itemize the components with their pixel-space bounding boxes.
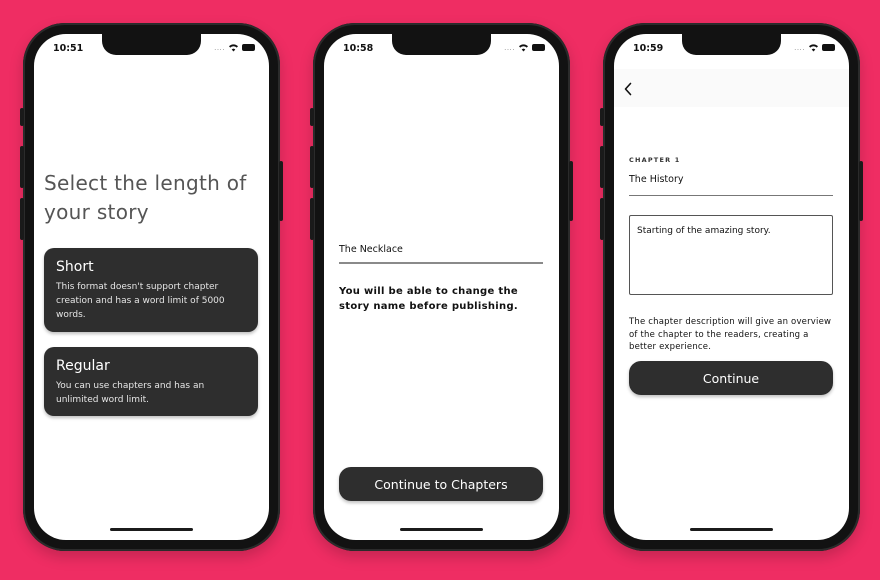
helper-note: The chapter description will give an ove… xyxy=(629,317,832,352)
battery-icon xyxy=(532,44,545,51)
side-button xyxy=(569,161,573,221)
side-button xyxy=(600,108,604,126)
chapter-label: CHAPTER 1 xyxy=(629,156,681,164)
continue-to-chapters-button[interactable]: Continue to Chapters xyxy=(339,467,543,501)
side-button xyxy=(600,146,604,188)
wifi-icon xyxy=(809,44,818,52)
side-button xyxy=(310,146,314,188)
screen-chapter: 10:59 .... CHAPTER 1 The History Startin… xyxy=(614,34,849,540)
status-icons: .... xyxy=(214,43,255,52)
battery-icon xyxy=(242,44,255,51)
story-name-input[interactable]: The Necklace xyxy=(339,244,543,264)
status-icons: .... xyxy=(504,43,545,52)
home-indicator[interactable] xyxy=(110,528,193,531)
notch xyxy=(102,34,201,55)
home-indicator[interactable] xyxy=(690,528,773,531)
status-icons: .... xyxy=(794,43,835,52)
option-title: Regular xyxy=(56,358,110,374)
notch xyxy=(682,34,781,55)
side-button xyxy=(600,198,604,240)
option-description: This format doesn't support chapter crea… xyxy=(56,282,225,320)
wifi-icon xyxy=(229,44,238,52)
page-title: Select the length of your story xyxy=(44,171,247,224)
option-card-short[interactable]: Short This format doesn't support chapte… xyxy=(44,248,258,332)
phone-1: 10:51 .... Select the length of your sto… xyxy=(20,23,283,551)
option-title: Short xyxy=(56,259,94,275)
side-button xyxy=(20,198,24,240)
home-indicator[interactable] xyxy=(400,528,483,531)
screen-story-name: 10:58 .... The Necklace You will be able… xyxy=(324,34,559,540)
phone-2: 10:58 .... The Necklace You will be able… xyxy=(310,23,573,551)
status-time: 10:58 xyxy=(343,43,374,54)
status-time: 10:51 xyxy=(53,43,84,54)
signal-indicator: .... xyxy=(504,43,515,52)
side-button xyxy=(859,161,863,221)
header-bar xyxy=(614,69,849,107)
side-button xyxy=(20,108,24,126)
side-button xyxy=(310,198,314,240)
chevron-left-icon[interactable] xyxy=(623,82,633,96)
side-button xyxy=(20,146,24,188)
option-description: You can use chapters and has an unlimite… xyxy=(56,381,205,405)
phone-3: 10:59 .... CHAPTER 1 The History Startin… xyxy=(600,23,863,551)
option-card-regular[interactable]: Regular You can use chapters and has an … xyxy=(44,347,258,416)
side-button xyxy=(310,108,314,126)
wifi-icon xyxy=(519,44,528,52)
chapter-description-textarea[interactable]: Starting of the amazing story. xyxy=(629,215,833,295)
helper-note: You will be able to change the story nam… xyxy=(339,286,519,312)
screen-length-select: 10:51 .... Select the length of your sto… xyxy=(34,34,269,540)
side-button xyxy=(279,161,283,221)
notch xyxy=(392,34,491,55)
continue-button[interactable]: Continue xyxy=(629,361,833,395)
signal-indicator: .... xyxy=(214,43,225,52)
status-time: 10:59 xyxy=(633,43,664,54)
chapter-title-input[interactable]: The History xyxy=(629,174,833,196)
battery-icon xyxy=(822,44,835,51)
signal-indicator: .... xyxy=(794,43,805,52)
